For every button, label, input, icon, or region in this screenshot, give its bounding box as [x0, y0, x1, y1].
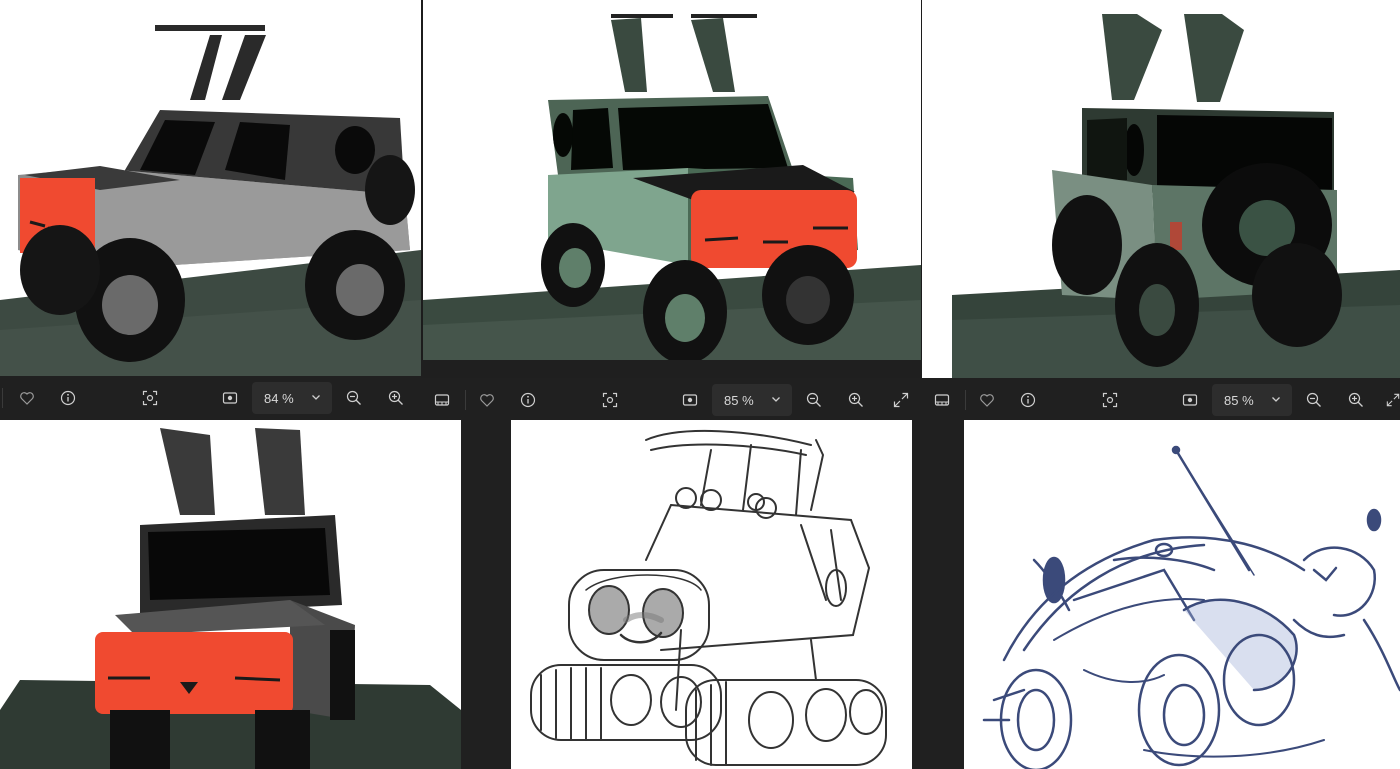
info-button[interactable]: [514, 386, 542, 414]
focus-button[interactable]: [1096, 386, 1124, 414]
zoom-out-button[interactable]: [1300, 386, 1328, 414]
expand-icon: [893, 392, 909, 408]
heart-icon: [980, 394, 994, 407]
zoom-dropdown[interactable]: 84 %: [252, 382, 332, 414]
expand-button[interactable]: [1386, 386, 1400, 414]
filmstrip-icon: [434, 394, 450, 406]
zoom-in-icon: [388, 390, 403, 405]
filmstrip-button[interactable]: [928, 386, 956, 414]
zoom-value: 85 %: [724, 392, 754, 408]
render-image-rear-jeep: [922, 0, 1400, 378]
heart-icon: [20, 392, 34, 405]
zoom-in-button[interactable]: [1342, 386, 1370, 414]
chevron-down-icon: [312, 395, 320, 400]
favorite-button[interactable]: [973, 386, 1001, 414]
filmstrip-icon: [934, 394, 950, 406]
info-icon: [1020, 392, 1036, 408]
zoom-in-icon: [1348, 392, 1363, 407]
zoom-out-button[interactable]: [800, 386, 828, 414]
toolbar-separator: [2, 388, 3, 408]
focus-frame-icon: [142, 390, 158, 406]
heart-icon: [480, 394, 494, 407]
sketch-image-car-crash: [964, 420, 1400, 769]
zoom-in-icon: [848, 392, 863, 407]
actual-size-button[interactable]: [676, 386, 704, 414]
actual-size-icon: [222, 392, 238, 404]
focus-button[interactable]: [136, 384, 164, 412]
info-button[interactable]: [54, 384, 82, 412]
zoom-out-icon: [346, 390, 361, 405]
focus-frame-icon: [1102, 392, 1118, 408]
favorite-button[interactable]: [13, 384, 41, 412]
viewer-window-bottom-mid: [461, 420, 931, 769]
info-button[interactable]: [1014, 386, 1042, 414]
toolbar-separator: [465, 390, 466, 410]
actual-size-icon: [1182, 394, 1198, 406]
focus-button[interactable]: [596, 386, 624, 414]
expand-icon: [1386, 393, 1400, 407]
zoom-out-button[interactable]: [340, 384, 368, 412]
viewer-toolbar: 85 %: [421, 378, 922, 420]
viewer-toolbar: 84 %: [0, 376, 421, 420]
zoom-dropdown[interactable]: 85 %: [712, 384, 792, 416]
favorite-button[interactable]: [473, 386, 501, 414]
zoom-out-icon: [806, 392, 821, 407]
zoom-value: 85 %: [1224, 392, 1254, 408]
actual-size-button[interactable]: [1176, 386, 1204, 414]
toolbar-separator: [965, 390, 966, 410]
actual-size-button[interactable]: [216, 384, 244, 412]
viewer-toolbar: 85 %: [922, 378, 1400, 420]
focus-frame-icon: [602, 392, 618, 408]
zoom-dropdown[interactable]: 85 %: [1212, 384, 1292, 416]
viewer-window-top-right: 85 %: [922, 0, 1400, 420]
render-image-gray-jeep: [0, 0, 421, 376]
zoom-in-button[interactable]: [842, 386, 870, 414]
render-image-front-jeep: [0, 420, 461, 769]
render-image-green-jeep: [423, 0, 921, 360]
zoom-in-button[interactable]: [382, 384, 410, 412]
info-icon: [520, 392, 536, 408]
canvas-gap: [421, 360, 922, 378]
viewer-window-top-left: 84 %: [0, 0, 421, 420]
info-icon: [60, 390, 76, 406]
chevron-down-icon: [1272, 397, 1280, 402]
viewer-window-top-mid: 85 %: [421, 0, 922, 420]
zoom-value: 84 %: [264, 390, 294, 406]
viewer-window-bottom-right: [931, 420, 1400, 769]
actual-size-icon: [682, 394, 698, 406]
filmstrip-button[interactable]: [428, 386, 456, 414]
chevron-down-icon: [772, 397, 780, 402]
zoom-out-icon: [1306, 392, 1321, 407]
viewer-window-bottom-left: [0, 420, 461, 769]
sketch-image-tracked-vehicle: [511, 420, 912, 769]
expand-button[interactable]: [887, 386, 915, 414]
